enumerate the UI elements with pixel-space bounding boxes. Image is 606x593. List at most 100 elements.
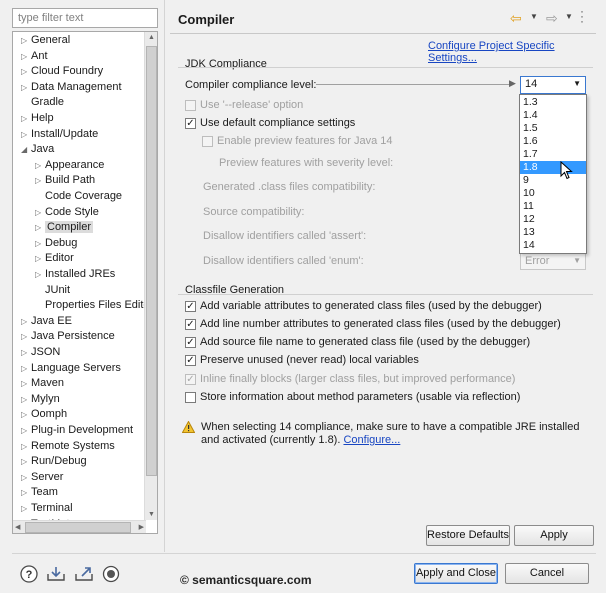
tree-item[interactable]: ▷ Run/Debug <box>21 454 87 469</box>
dropdown-option[interactable]: 9 <box>520 174 586 187</box>
expand-twisty-icon[interactable]: ▷ <box>21 111 31 126</box>
dropdown-option[interactable]: 1.3 <box>520 96 586 109</box>
dropdown-option[interactable]: 1.7 <box>520 148 586 161</box>
expand-twisty-icon[interactable]: ▷ <box>21 345 31 360</box>
expand-twisty-icon[interactable]: ▷ <box>21 470 31 485</box>
tree-vertical-scroll-thumb[interactable] <box>146 46 157 476</box>
tree-item[interactable]: ▷ Code Style <box>35 205 99 220</box>
expand-twisty-icon[interactable]: ▷ <box>21 361 31 376</box>
apply-and-close-button[interactable]: Apply and Close <box>414 563 498 584</box>
expand-twisty-icon[interactable]: ▷ <box>21 485 31 500</box>
disallow-enum-select[interactable]: Error ▼ <box>520 253 586 270</box>
tree-item[interactable]: ▷ Maven <box>21 376 64 391</box>
classfile-option-checkbox[interactable]: ✓ <box>185 337 196 348</box>
scroll-right-icon[interactable]: ▶ <box>139 523 144 531</box>
expand-twisty-icon[interactable]: ▷ <box>21 314 31 329</box>
expand-twisty-icon[interactable]: ▷ <box>21 423 31 438</box>
tree-item[interactable]: ▷ Oomph <box>21 407 67 422</box>
dropdown-option[interactable]: 13 <box>520 226 586 239</box>
tree-item[interactable]: ▷ JSON <box>21 345 60 360</box>
import-icon[interactable] <box>46 565 66 583</box>
export-icon[interactable] <box>74 565 94 583</box>
release-option-checkbox[interactable] <box>185 100 196 111</box>
apply-button[interactable]: Apply <box>514 525 594 546</box>
expand-twisty-icon[interactable]: ▷ <box>35 236 45 251</box>
forward-arrow-icon[interactable]: ⇨ <box>546 10 558 27</box>
expand-twisty-icon[interactable]: ▷ <box>21 64 31 79</box>
dropdown-option[interactable]: 14 <box>520 239 586 252</box>
restore-defaults-button[interactable]: Restore Defaults <box>426 525 510 546</box>
expand-twisty-icon[interactable]: ▷ <box>21 501 31 516</box>
tree-item[interactable]: Code Coverage <box>35 189 122 204</box>
tree-item[interactable]: ▷ Compiler <box>35 220 94 235</box>
scroll-up-icon[interactable]: ▲ <box>148 34 155 41</box>
dropdown-option[interactable]: 10 <box>520 187 586 200</box>
scroll-left-icon[interactable]: ◀ <box>15 523 20 531</box>
expand-twisty-icon[interactable]: ▷ <box>35 220 45 235</box>
tree-item[interactable]: ▷ Data Management <box>21 80 122 95</box>
compliance-level-select[interactable]: 14 ▼ <box>520 76 586 94</box>
classfile-option-checkbox[interactable]: ✓ <box>185 319 196 330</box>
tree-item[interactable]: ▷ Java EE <box>21 314 72 329</box>
tree-item[interactable]: JUnit <box>35 283 70 298</box>
configure-project-settings-link[interactable]: Configure Project Specific Settings... <box>428 40 606 64</box>
chevron-down-icon[interactable]: ▼ <box>573 79 581 88</box>
pane-divider[interactable] <box>164 0 165 552</box>
tree-item[interactable]: ▷ Debug <box>35 236 77 251</box>
expand-twisty-icon[interactable]: ▷ <box>21 407 31 422</box>
tree-item[interactable]: ▷ Mylyn <box>21 392 60 407</box>
filter-input[interactable] <box>12 8 158 28</box>
scroll-down-icon[interactable]: ▼ <box>148 511 155 518</box>
compliance-level-dropdown-list[interactable]: 1.3 1.4 1.5 1.6 1.7 1.8 9 10 11 12 13 14 <box>519 94 587 254</box>
tree-item[interactable]: ▷ Team <box>21 485 58 500</box>
tree-item[interactable]: ◢ Java <box>21 142 54 157</box>
tree-item[interactable]: ▷ Language Servers <box>21 361 121 376</box>
tree-item[interactable]: ▷ General <box>21 33 70 48</box>
classfile-option-checkbox[interactable]: ✓ <box>185 374 196 385</box>
preferences-tree[interactable]: ▷ General ▷ Ant ▷ Cloud Foundry ▷ Data Manageme… <box>12 31 158 534</box>
tree-vertical-scrollbar[interactable]: ▲ ▼ <box>144 32 157 520</box>
forward-dropdown-icon[interactable]: ▼ <box>565 12 573 21</box>
dropdown-option[interactable]: 11 <box>520 200 586 213</box>
back-arrow-icon[interactable]: ⇦ <box>510 10 522 27</box>
expand-twisty-icon[interactable]: ▷ <box>35 251 45 266</box>
tree-item[interactable]: Gradle <box>21 95 64 110</box>
dropdown-option[interactable]: 1.5 <box>520 122 586 135</box>
classfile-option-checkbox[interactable] <box>185 392 196 403</box>
tree-horizontal-scrollbar[interactable]: ◀ ▶ <box>13 520 146 533</box>
expand-twisty-icon[interactable]: ▷ <box>21 127 31 142</box>
tree-item[interactable]: ▷ Appearance <box>35 158 104 173</box>
expand-twisty-icon[interactable]: ▷ <box>21 33 31 48</box>
tree-item[interactable]: ▷ Help <box>21 111 54 126</box>
classfile-option-checkbox[interactable]: ✓ <box>185 355 196 366</box>
help-icon[interactable]: ? <box>20 565 38 583</box>
tree-item[interactable]: ▷ Installed JREs <box>35 267 115 282</box>
expand-twisty-icon[interactable]: ▷ <box>35 267 45 282</box>
dropdown-option[interactable]: 1.8 <box>520 161 586 174</box>
tree-item[interactable]: ▷ Cloud Foundry <box>21 64 103 79</box>
dropdown-option[interactable]: 12 <box>520 213 586 226</box>
expand-twisty-icon[interactable]: ▷ <box>21 439 31 454</box>
back-dropdown-icon[interactable]: ▼ <box>530 12 538 21</box>
chevron-down-icon[interactable]: ▼ <box>573 256 581 265</box>
tree-item[interactable]: ▷ Remote Systems <box>21 439 115 454</box>
expand-twisty-icon[interactable]: ▷ <box>21 392 31 407</box>
cancel-button[interactable]: Cancel <box>505 563 589 584</box>
tree-item[interactable]: Properties Files Editor <box>35 298 153 313</box>
classfile-option-checkbox[interactable]: ✓ <box>185 301 196 312</box>
expand-twisty-icon[interactable]: ▷ <box>21 454 31 469</box>
view-menu-icon[interactable]: · · · <box>580 5 586 27</box>
tree-item[interactable]: ▷ Server <box>21 470 63 485</box>
expand-twisty-icon[interactable]: ▷ <box>21 376 31 391</box>
tree-item[interactable]: ▷ Build Path <box>35 173 95 188</box>
dropdown-option[interactable]: 1.4 <box>520 109 586 122</box>
record-icon[interactable] <box>102 565 120 583</box>
expand-twisty-icon[interactable]: ▷ <box>35 158 45 173</box>
expand-twisty-icon[interactable]: ▷ <box>21 80 31 95</box>
expand-twisty-icon[interactable]: ▷ <box>21 329 31 344</box>
dropdown-option[interactable]: 1.6 <box>520 135 586 148</box>
tree-item[interactable]: ▷ Editor <box>35 251 74 266</box>
tree-item[interactable]: ▷ Terminal <box>21 501 73 516</box>
configure-jre-link[interactable]: Configure... <box>343 434 400 446</box>
tree-horizontal-scroll-thumb[interactable] <box>25 522 131 533</box>
